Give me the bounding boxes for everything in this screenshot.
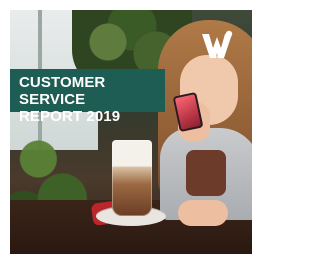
shirt-print: [186, 150, 226, 196]
title-line-2: REPORT 2019: [19, 108, 121, 125]
w-logo-shape: [202, 34, 232, 58]
latte-glass: [112, 140, 152, 216]
w-logo-svg: [202, 30, 233, 58]
woman-hand-table: [178, 200, 228, 226]
w-logo-dot: [225, 30, 233, 38]
title-banner: CUSTOMER SERVICE REPORT 2019: [10, 69, 165, 125]
title-line-1: CUSTOMER SERVICE: [19, 74, 106, 108]
w-logo-icon: [200, 28, 234, 62]
cover-photo: [10, 10, 252, 254]
report-cover-card[interactable]: CUSTOMER SERVICE REPORT 2019: [0, 0, 262, 264]
